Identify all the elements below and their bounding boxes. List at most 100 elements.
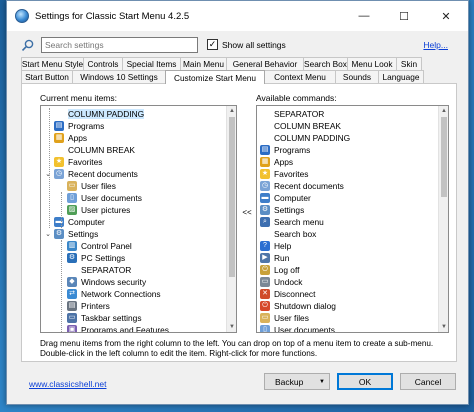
available-commands-list[interactable]: ▲ ▼ SEPARATOR COLUMN BREAK COLUMN PADDING ▤…	[256, 105, 449, 333]
scroll-down-arrow[interactable]: ▼	[439, 322, 448, 332]
item-label: Help	[274, 241, 292, 251]
tree-guide-line	[49, 108, 50, 228]
disconnect-icon: ✕	[260, 289, 270, 299]
command-item[interactable]: ⏻ Log off	[260, 264, 299, 276]
tab-windows-10-settings[interactable]: Windows 10 Settings	[72, 70, 166, 83]
command-item[interactable]: ⚙ Settings	[260, 204, 304, 216]
item-label: User documents	[274, 325, 335, 333]
item-label: Apps	[274, 157, 294, 167]
backup-button[interactable]: Backup ▼	[264, 373, 330, 390]
command-item[interactable]: SEPARATOR	[260, 108, 324, 120]
cancel-button[interactable]: Cancel	[400, 373, 456, 390]
scroll-down-arrow[interactable]: ▼	[227, 322, 236, 332]
maximize-button[interactable]: ☐	[384, 1, 424, 31]
tab-search-box[interactable]: Search Box	[303, 57, 348, 70]
current-item[interactable]: ▭ Taskbar settings	[67, 312, 142, 324]
tab-start-button[interactable]: Start Button	[21, 70, 73, 83]
tab-start-menu-style[interactable]: Start Menu Style	[21, 57, 84, 70]
computer-icon: ▬	[260, 193, 270, 203]
scroll-thumb[interactable]	[229, 117, 235, 277]
command-item[interactable]: ▭ Undock	[260, 276, 302, 288]
current-items-tree[interactable]: ▲ ▼ COLUMN PADDING ▤ Programs ▦ Apps COLUMN B…	[40, 105, 237, 333]
scroll-thumb[interactable]	[441, 117, 447, 197]
tab-language[interactable]: Language	[378, 70, 424, 83]
current-item[interactable]: ⇄ Network Connections	[67, 288, 161, 300]
tab-main-menu[interactable]: Main Menu	[180, 57, 227, 70]
command-item[interactable]: ◷ Recent documents	[260, 180, 344, 192]
show-all-settings-toggle[interactable]: ✓ Show all settings	[207, 39, 286, 50]
command-item[interactable]: ⌕ Search menu	[260, 216, 324, 228]
command-item[interactable]: ▭ User files	[260, 312, 309, 324]
command-item[interactable]: ▬ Computer	[260, 192, 311, 204]
log-off-icon: ⏻	[260, 265, 270, 275]
scroll-up-arrow[interactable]: ▲	[439, 106, 448, 116]
current-item[interactable]: ⚙ PC Settings	[67, 252, 125, 264]
show-all-checkbox[interactable]: ✓	[207, 39, 218, 50]
item-label: Computer	[68, 217, 105, 227]
item-label: Search box	[274, 229, 317, 239]
command-item[interactable]: ▤ Programs	[260, 144, 310, 156]
current-item[interactable]: ▤ Printers	[67, 300, 110, 312]
current-item[interactable]: ⌄ ⚙ Settings	[45, 228, 98, 240]
current-item[interactable]: COLUMN BREAK	[54, 144, 135, 156]
current-item[interactable]: COLUMN PADDING	[54, 108, 145, 120]
command-item[interactable]: COLUMN PADDING	[260, 132, 350, 144]
item-label: SEPARATOR	[81, 265, 132, 275]
item-label: Disconnect	[274, 289, 316, 299]
ok-button[interactable]: OK	[337, 373, 393, 390]
current-item[interactable]: ▥ Control Panel	[67, 240, 132, 252]
item-label: Taskbar settings	[81, 313, 142, 323]
tab-customize-start-menu[interactable]: Customize Start Menu	[165, 70, 265, 84]
tab-skin[interactable]: Skin	[396, 57, 422, 70]
tab-general-behavior[interactable]: General Behavior	[226, 57, 304, 70]
item-label: User pictures	[81, 205, 131, 215]
current-item[interactable]: ★ Favorites	[54, 156, 102, 168]
current-item[interactable]: SEPARATOR	[67, 264, 131, 276]
search-row: ✓ Show all settings Help...	[19, 37, 456, 53]
command-item[interactable]: Search box	[260, 228, 316, 240]
command-item[interactable]: ✕ Disconnect	[260, 288, 315, 300]
current-item[interactable]: ▨ User pictures	[67, 204, 130, 216]
search-input[interactable]	[41, 37, 198, 53]
current-item[interactable]: ▤ Programs	[54, 120, 104, 132]
command-item[interactable]: COLUMN BREAK	[260, 120, 341, 132]
classicshell-website-link[interactable]: www.classicshell.net	[29, 379, 106, 389]
recent-documents-icon: ◷	[54, 169, 64, 179]
current-item[interactable]: ▦ Apps	[54, 132, 87, 144]
tab-menu-look[interactable]: Menu Look	[347, 57, 397, 70]
item-label: Programs	[68, 121, 105, 131]
command-item[interactable]: ▯ User documents	[260, 324, 335, 333]
instructions-line-2: Double-click in the left column to edit …	[40, 349, 318, 358]
item-label: User documents	[81, 193, 142, 203]
user-pictures-icon: ▨	[67, 205, 77, 215]
tab-sounds[interactable]: Sounds	[335, 70, 379, 83]
available-commands-scrollbar[interactable]: ▲ ▼	[438, 106, 448, 332]
tab-context-menu[interactable]: Context Menu	[264, 70, 336, 83]
tab-special-items[interactable]: Special Items	[122, 57, 181, 70]
scroll-up-arrow[interactable]: ▲	[227, 106, 236, 116]
minimize-button[interactable]: —	[344, 1, 384, 31]
tree-expander-icon[interactable]: ⌄	[44, 230, 52, 238]
command-item[interactable]: ★ Favorites	[260, 168, 308, 180]
current-item[interactable]: ▣ Programs and Features	[67, 324, 169, 332]
tree-expander-icon[interactable]: ⌄	[44, 170, 52, 178]
tab-row-top: Start Menu Style Controls Special Items Mai…	[21, 57, 457, 70]
command-item[interactable]: ⏻ Shutdown dialog	[260, 300, 336, 312]
move-left-button[interactable]: <<	[239, 208, 255, 217]
command-item[interactable]: ▦ Apps	[260, 156, 293, 168]
current-item[interactable]: ◆ Windows security	[67, 276, 146, 288]
tab-controls[interactable]: Controls	[83, 57, 123, 70]
command-item[interactable]: ? Help	[260, 240, 291, 252]
help-link[interactable]: Help...	[423, 40, 448, 50]
windows-security-icon: ◆	[67, 277, 77, 287]
taskbar-settings-icon: ▭	[67, 313, 77, 323]
command-item[interactable]: ▶ Run	[260, 252, 289, 264]
tree-guide-line	[61, 192, 62, 228]
current-item[interactable]: ▭ User files	[67, 180, 116, 192]
close-button[interactable]: ✕	[424, 1, 468, 31]
current-items-scrollbar[interactable]: ▲ ▼	[226, 106, 236, 332]
search-icon	[21, 39, 34, 51]
title-bar[interactable]: Settings for Classic Start Menu 4.2.5 — …	[7, 1, 468, 31]
current-item[interactable]: ⌄ ◷ Recent documents	[45, 168, 138, 180]
current-item[interactable]: ▯ User documents	[67, 192, 142, 204]
